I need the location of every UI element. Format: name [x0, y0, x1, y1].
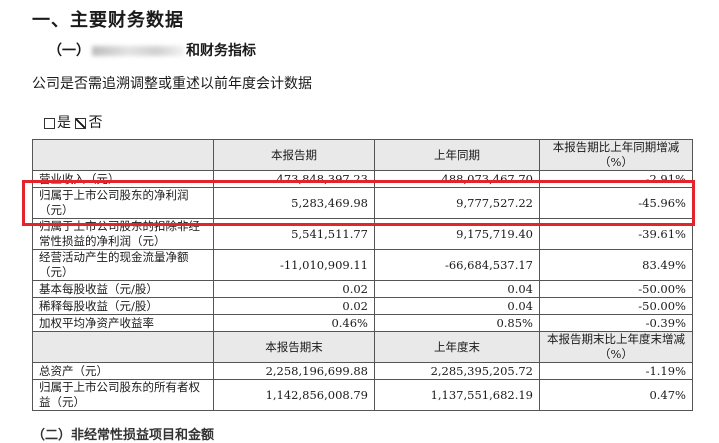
cell-prior: 0.85%: [374, 314, 540, 332]
table-row: 稀释每股收益（元/股） 0.02 0.04 -50.00%: [32, 297, 693, 315]
cell-change: 83.49%: [539, 249, 693, 281]
cell-current: -11,010,909.11: [213, 249, 375, 281]
cell-change: 0.47%: [539, 379, 693, 411]
subsection-title: （一） 和财务指标: [48, 40, 256, 60]
header-cell: 本报告期末: [213, 331, 375, 363]
checkbox-unchecked-icon: [44, 117, 55, 129]
row-label: 加权平均净资产收益率: [32, 314, 214, 332]
header-cell: 本报告期: [213, 139, 375, 171]
cell-prior: 1,137,551,682.19: [374, 379, 540, 411]
cell-current: 1,142,856,008.79: [213, 379, 375, 411]
table-row: 经营活动产生的现金流量净额（元） -11,010,909.11 -66,684,…: [32, 249, 693, 281]
section-title: 一、主要财务数据: [32, 10, 184, 31]
restatement-options: 是 否: [44, 112, 102, 132]
option-no: 否: [88, 115, 103, 131]
cell-current: 0.02: [213, 280, 375, 298]
cell-current: 2,258,196,699.88: [213, 362, 375, 380]
cell-prior: 0.04: [374, 297, 540, 315]
table-header-row: 本报告期 上年同期 本报告期比上年同期增减（%）: [32, 139, 693, 171]
cell-change: -50.00%: [539, 297, 693, 315]
header-cell: 本报告期末比上年度末增减（%）: [539, 331, 693, 363]
cell-current: 0.46%: [213, 314, 375, 332]
row-label: 稀释每股收益（元/股）: [32, 297, 214, 315]
cell-prior: 2,285,395,205.72: [374, 362, 540, 380]
cell-change: -0.39%: [539, 314, 693, 332]
row-label: 归属于上市公司股东的所有者权益（元）: [32, 379, 214, 411]
restatement-question: 公司是否需追溯调整或重述以前年度会计数据: [32, 76, 312, 92]
header-cell: 本报告期比上年同期增减（%）: [539, 139, 693, 171]
redacted-text: [92, 46, 184, 56]
table-row: 总资产（元） 2,258,196,699.88 2,285,395,205.72…: [32, 362, 693, 380]
row-label: 基本每股收益（元/股）: [32, 280, 214, 298]
next-heading-cut: （二）非经常性损益项目和金额: [32, 428, 215, 443]
header-cell: [32, 139, 214, 171]
cell-prior: -66,684,537.17: [374, 249, 540, 281]
header-cell: 上年度末: [374, 331, 540, 363]
option-yes: 是: [57, 115, 71, 131]
cell-prior: 0.04: [374, 280, 540, 298]
highlight-box: [22, 180, 695, 226]
row-label: 总资产（元）: [32, 362, 214, 380]
subsection-suffix: 和财务指标: [186, 43, 256, 59]
cell-current: 0.02: [213, 297, 375, 315]
checkbox-checked-icon: [75, 117, 87, 129]
table-row: 归属于上市公司股东的所有者权益（元） 1,142,856,008.79 1,13…: [32, 379, 693, 411]
table-row: 基本每股收益（元/股） 0.02 0.04 -50.00%: [32, 280, 693, 298]
header-cell: 上年同期: [374, 139, 540, 171]
table-header-row: 本报告期末 上年度末 本报告期末比上年度末增减（%）: [32, 331, 693, 363]
row-label: 经营活动产生的现金流量净额（元）: [32, 249, 214, 281]
table-row: 加权平均净资产收益率 0.46% 0.85% -0.39%: [32, 314, 693, 332]
subsection-prefix: （一）: [48, 43, 90, 59]
header-cell: [32, 331, 214, 363]
cell-change: -1.19%: [539, 362, 693, 380]
cell-change: -50.00%: [539, 280, 693, 298]
